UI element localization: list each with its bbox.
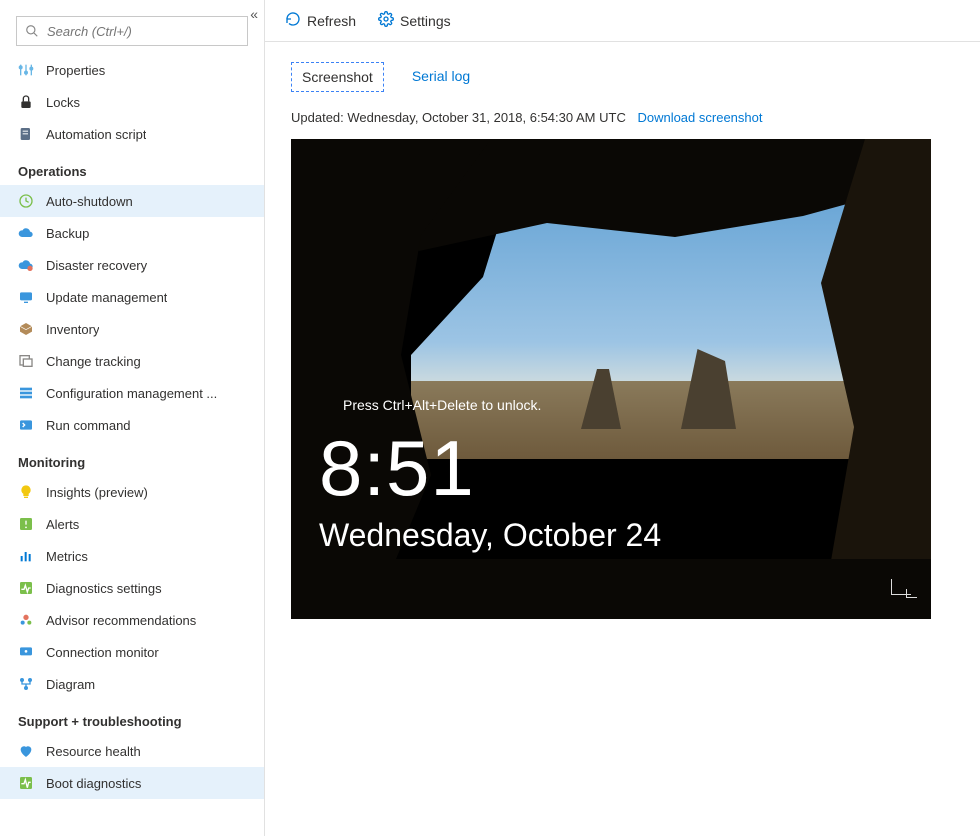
sliders-icon: [18, 62, 34, 78]
sidebar-item-label: Auto-shutdown: [46, 194, 133, 209]
sidebar-item-inventory[interactable]: Inventory: [0, 313, 264, 345]
sidebar-item-run-command[interactable]: Run command: [0, 409, 264, 441]
update-icon: [18, 289, 34, 305]
sidebar-item-label: Automation script: [46, 127, 146, 142]
download-screenshot-link[interactable]: Download screenshot: [637, 110, 762, 125]
sidebar-item-label: Configuration management ...: [46, 386, 217, 401]
sidebar-item-label: Metrics: [46, 549, 88, 564]
clock-icon: [18, 193, 34, 209]
vm-screenshot: Press Ctrl+Alt+Delete to unlock. 8:51 We…: [291, 139, 931, 619]
sidebar-item-label: Change tracking: [46, 354, 141, 369]
sidebar-item-label: Update management: [46, 290, 167, 305]
sidebar-item-auto-shutdown[interactable]: Auto-shutdown: [0, 185, 264, 217]
diagram-icon: [18, 676, 34, 692]
tabs: Screenshot Serial log: [291, 62, 954, 92]
refresh-button[interactable]: Refresh: [285, 11, 356, 30]
sidebar-item-connection-monitor[interactable]: Connection monitor: [0, 636, 264, 668]
lockscreen-date: Wednesday, October 24: [319, 517, 931, 554]
heartbeat-icon: [18, 580, 34, 596]
lockscreen-cave: [291, 559, 931, 619]
section-header: Operations: [0, 150, 264, 185]
sidebar-nav[interactable]: Properties Locks Automation script Operatio…: [0, 54, 264, 836]
sidebar-item-label: Connection monitor: [46, 645, 159, 660]
sidebar-item-label: Disaster recovery: [46, 258, 147, 273]
collapse-sidebar-icon[interactable]: «: [250, 6, 258, 22]
script-icon: [18, 126, 34, 142]
sidebar-item-alerts[interactable]: Alerts: [0, 508, 264, 540]
search-icon: [25, 24, 39, 38]
content-area: Screenshot Serial log Updated: Wednesday…: [265, 42, 980, 639]
sidebar-item-label: Diagnostics settings: [46, 581, 162, 596]
sidebar-item-diagnostics-settings[interactable]: Diagnostics settings: [0, 572, 264, 604]
sidebar-item-label: Advisor recommendations: [46, 613, 196, 628]
alert-icon: [18, 516, 34, 532]
advisor-icon: [18, 612, 34, 628]
sidebar-item-update-management[interactable]: Update management: [0, 281, 264, 313]
sidebar-item-label: Locks: [46, 95, 80, 110]
toolbar: Refresh Settings: [265, 0, 980, 42]
box-icon: [18, 321, 34, 337]
sidebar-item-change-tracking[interactable]: Change tracking: [0, 345, 264, 377]
cloud-icon: [18, 225, 34, 241]
connection-icon: [18, 644, 34, 660]
refresh-icon: [285, 11, 301, 30]
lockscreen-hint: Press Ctrl+Alt+Delete to unlock.: [343, 397, 931, 413]
sidebar-item-disaster-recovery[interactable]: Disaster recovery: [0, 249, 264, 281]
sidebar-item-label: Inventory: [46, 322, 99, 337]
sidebar-item-label: Insights (preview): [46, 485, 148, 500]
tab-screenshot[interactable]: Screenshot: [291, 62, 384, 92]
sidebar-item-resource-health[interactable]: Resource health: [0, 735, 264, 767]
sidebar-search[interactable]: [16, 16, 248, 46]
sidebar-item-diagram[interactable]: Diagram: [0, 668, 264, 700]
sidebar-item-label: Backup: [46, 226, 89, 241]
section-header: Monitoring: [0, 441, 264, 476]
sidebar-item-label: Run command: [46, 418, 131, 433]
sidebar-item-locks[interactable]: Locks: [0, 86, 264, 118]
refresh-label: Refresh: [307, 13, 356, 29]
lockscreen-background: [411, 199, 891, 459]
settings-label: Settings: [400, 13, 451, 29]
lock-icon: [18, 94, 34, 110]
sidebar-item-metrics[interactable]: Metrics: [0, 540, 264, 572]
sidebar-item-backup[interactable]: Backup: [0, 217, 264, 249]
status-prefix: Updated:: [291, 110, 347, 125]
section-header: Support + troubleshooting: [0, 700, 264, 735]
pulse-icon: [18, 775, 34, 791]
lightbulb-icon: [18, 484, 34, 500]
lockscreen-time: 8:51: [319, 429, 931, 507]
sidebar-item-label: Properties: [46, 63, 105, 78]
tab-serial-log[interactable]: Serial log: [402, 62, 480, 92]
sidebar-item-insights[interactable]: Insights (preview): [0, 476, 264, 508]
sidebar-item-boot-diagnostics[interactable]: Boot diagnostics: [0, 767, 264, 799]
sidebar-item-label: Alerts: [46, 517, 79, 532]
sidebar: « Properties Locks Automation script Operat…: [0, 0, 265, 836]
settings-button[interactable]: Settings: [378, 11, 451, 30]
sidebar-item-label: Resource health: [46, 744, 141, 759]
chart-icon: [18, 548, 34, 564]
status-timestamp: Wednesday, October 31, 2018, 6:54:30 AM …: [347, 110, 625, 125]
sidebar-item-label: Boot diagnostics: [46, 776, 141, 791]
sidebar-item-label: Diagram: [46, 677, 95, 692]
cloud-alert-icon: [18, 257, 34, 273]
gear-icon: [378, 11, 394, 30]
sidebar-item-automation-script[interactable]: Automation script: [0, 118, 264, 150]
heart-icon: [18, 743, 34, 759]
track-icon: [18, 353, 34, 369]
sidebar-item-configuration-management[interactable]: Configuration management ...: [0, 377, 264, 409]
network-icon: [891, 579, 911, 595]
status-line: Updated: Wednesday, October 31, 2018, 6:…: [291, 110, 954, 125]
sidebar-item-properties[interactable]: Properties: [0, 54, 264, 86]
main-panel: Refresh Settings Screenshot Serial log U…: [265, 0, 980, 836]
terminal-icon: [18, 417, 34, 433]
sidebar-item-advisor-recommendations[interactable]: Advisor recommendations: [0, 604, 264, 636]
search-input[interactable]: [45, 23, 239, 40]
config-icon: [18, 385, 34, 401]
